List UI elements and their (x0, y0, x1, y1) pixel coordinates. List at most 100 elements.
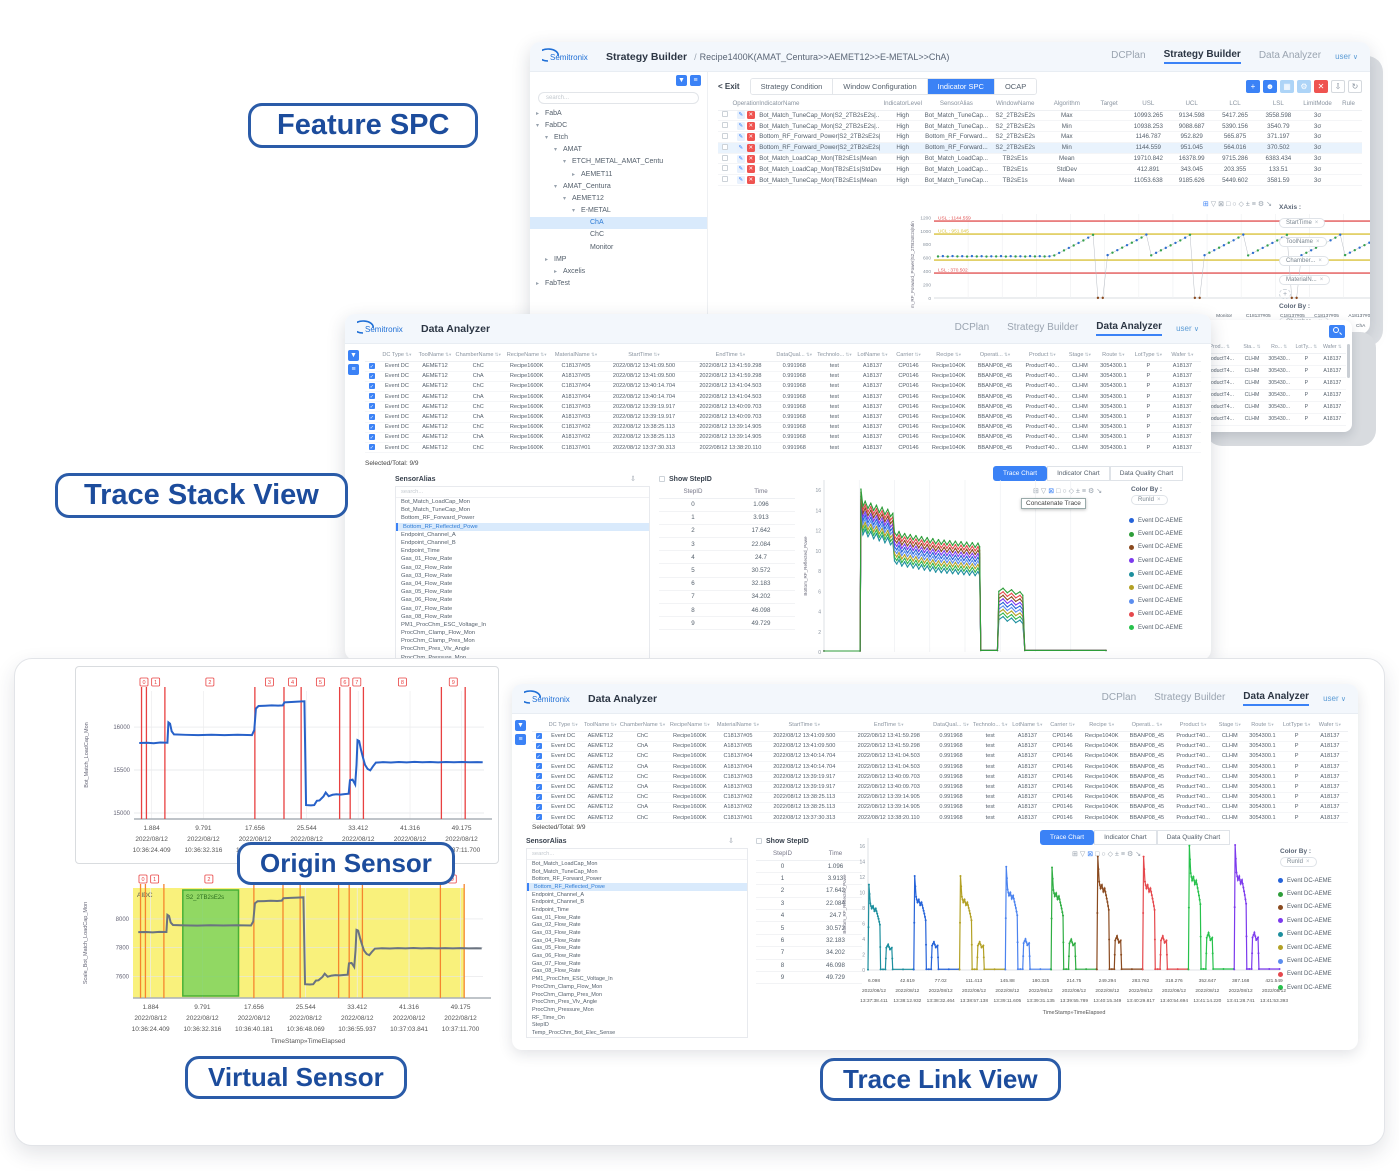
edit-icon[interactable]: ✎ (737, 155, 745, 163)
remove-chip-icon[interactable]: × (1316, 239, 1320, 245)
user-menu[interactable]: user ∨ (1176, 324, 1199, 333)
step-row[interactable]: 949.729 (659, 617, 795, 630)
step-row[interactable]: 846.098 (659, 604, 795, 617)
column-header[interactable]: Rule (1335, 98, 1362, 110)
sensor-item[interactable]: Gas_07_Flow_Rate (396, 604, 649, 612)
tree-item-monitor[interactable]: Monitor (530, 241, 707, 253)
table-row[interactable]: ✓Event DCAEMET12ChCRecipe1600KC18137#042… (532, 751, 1348, 761)
sensor-item[interactable]: ProcChm_Pressure_Mon (527, 1006, 747, 1014)
table-row[interactable]: ✓Event DCAEMET12ChARecipe1600KA18137#032… (365, 412, 1201, 422)
table-row[interactable]: ✓Event DCAEMET12ChARecipe1600KA18137#052… (365, 371, 1201, 381)
tree-item-fabtest[interactable]: ▸FabTest (530, 278, 707, 290)
sensor-item[interactable]: ProcChm_Clamp_Flow_Mon (396, 629, 649, 637)
column-header[interactable]: Time (727, 486, 795, 498)
nav-strategy-builder[interactable]: Strategy Builder (1164, 49, 1241, 64)
tree-item-aemet11[interactable]: ▸AEMET11 (530, 168, 707, 180)
table-row[interactable]: ProductT4...CLHM305430...PA18137 (1200, 377, 1346, 389)
row-checkbox[interactable] (722, 133, 728, 139)
sensor-item[interactable]: Gas_06_Flow_Rate (527, 952, 747, 960)
column-header[interactable]: DC Type ⇅▾ (545, 720, 581, 731)
column-header[interactable]: StepID (659, 486, 727, 498)
tab-window-configuration[interactable]: Window Configuration (833, 79, 927, 94)
delete-icon[interactable]: ✕ (747, 165, 755, 173)
filter-icon[interactable]: ▼ (676, 75, 687, 86)
nav-data-analyzer[interactable]: Data Analyzer (1243, 691, 1309, 706)
list-icon[interactable]: ≡ (515, 734, 526, 745)
step-row[interactable]: 632.183 (659, 577, 795, 590)
column-header[interactable]: Recipe ⇅▾ (926, 350, 971, 361)
column-header[interactable]: MaterialName ⇅▾ (551, 350, 600, 361)
column-header[interactable]: Technolo... ⇅▾ (971, 720, 1009, 731)
nav-dcplan[interactable]: DCPlan (1102, 692, 1136, 705)
scrollbar[interactable] (1347, 344, 1350, 378)
sensor-item[interactable]: Temp_ProcChm_Bot_Elec_Sense (527, 1029, 747, 1037)
user-button[interactable]: ☻ (1263, 80, 1277, 93)
column-header[interactable]: Wafer ⇅ (1319, 342, 1346, 353)
xaxis-chip[interactable]: StartTime× (1279, 218, 1325, 228)
show-stepid-checkbox[interactable] (756, 838, 762, 844)
step-row[interactable]: 01.096 (659, 498, 795, 511)
step-row[interactable]: 734.202 (659, 590, 795, 603)
row-checkbox[interactable] (722, 176, 728, 182)
nav-dcplan[interactable]: DCPlan (955, 322, 989, 335)
row-checkbox[interactable]: ✓ (536, 753, 542, 759)
row-checkbox[interactable] (722, 111, 728, 117)
column-header[interactable]: USL (1127, 98, 1170, 110)
row-checkbox[interactable] (722, 165, 728, 171)
tree-item-amat_centura[interactable]: ▾AMAT_Centura (530, 180, 707, 192)
column-header[interactable]: DataQual... ⇅▾ (931, 720, 971, 731)
column-header[interactable]: Operati... ⇅▾ (1124, 720, 1170, 731)
delete-icon[interactable]: ✕ (747, 176, 755, 184)
nav-data-analyzer[interactable]: Data Analyzer (1096, 321, 1162, 336)
row-checkbox[interactable]: ✓ (369, 424, 375, 430)
sensor-item[interactable]: Endpoint_Channel_A (396, 531, 649, 539)
column-header[interactable]: ToolName ⇅▾ (415, 350, 454, 361)
table-row[interactable]: ✓Event DCAEMET12ChARecipe1600KA18137#032… (532, 782, 1348, 792)
row-checkbox[interactable]: ✓ (536, 733, 542, 739)
list-icon[interactable]: ≡ (690, 75, 701, 86)
column-header[interactable]: Sta... ⇅ (1240, 342, 1265, 353)
refresh-button[interactable]: ↻ (1348, 80, 1362, 93)
sensor-item[interactable]: Endpoint_Channel_B (396, 539, 649, 547)
sensor-item[interactable]: Gas_07_Flow_Rate (527, 960, 747, 968)
column-header[interactable]: Stage ⇅▾ (1216, 720, 1243, 731)
remove-chip-icon[interactable]: × (1320, 277, 1324, 283)
tab-ocap[interactable]: OCAP (995, 79, 1036, 94)
tree-item-e-metal[interactable]: ▾E-METAL (530, 205, 707, 217)
exit-button[interactable]: < Exit (718, 82, 740, 91)
table-row[interactable]: ✓Event DCAEMET12ChCRecipe1600KC18137#052… (365, 361, 1201, 371)
column-header[interactable]: DataQual... ⇅▾ (774, 350, 815, 361)
sensor-item[interactable]: Gas_06_Flow_Rate (396, 596, 649, 604)
sensor-item[interactable]: Gas_03_Flow_Rate (396, 572, 649, 580)
delete-icon[interactable]: ✕ (747, 133, 755, 141)
chart-tab-data-quality-chart[interactable]: Data Quality Chart (1110, 466, 1183, 481)
column-header[interactable]: Technolo... ⇅▾ (815, 350, 854, 361)
table-row[interactable]: ✎✕Bot_Match_TuneCap_Mon|S2_2TB2sE2s|..Hi… (718, 121, 1362, 132)
column-header[interactable]: LimitMode (1300, 98, 1335, 110)
sensor-item[interactable]: Endpoint_Time (396, 547, 649, 555)
column-header[interactable]: RecipeName ⇅▾ (502, 350, 551, 361)
table-row[interactable]: ✎✕Bottom_RF_Forward_Power|S2_2TB2sE2s|..… (718, 132, 1362, 143)
row-checkbox[interactable]: ✓ (536, 743, 542, 749)
zoom-box-icon[interactable]: ⊠ (1218, 201, 1226, 208)
column-header[interactable]: Carrier ⇅▾ (891, 350, 926, 361)
row-checkbox[interactable]: ✓ (369, 403, 375, 409)
table-row[interactable]: ProductT4...CLHM305430...PA18137 (1200, 413, 1346, 425)
sensor-item[interactable]: ProcChm_Clamp_Flow_Mon (527, 983, 747, 991)
search-button[interactable] (1329, 325, 1345, 338)
tree-item-aemet12[interactable]: ▾AEMET12 (530, 192, 707, 204)
xaxis-chip[interactable]: MaterialN...× (1279, 275, 1330, 285)
column-header[interactable]: LotType ⇅▾ (1282, 720, 1312, 731)
step-row[interactable]: 424.7 (659, 551, 795, 564)
sensor-item[interactable]: Gas_02_Flow_Rate (527, 922, 747, 930)
column-header[interactable]: EndTime ⇅▾ (847, 720, 931, 731)
show-stepid-checkbox[interactable] (659, 476, 665, 482)
sensor-item[interactable]: Bottom_RF_Forward_Power (527, 875, 747, 883)
sensor-item[interactable]: Bottom_RF_Reflected_Powe (527, 883, 747, 891)
remove-chip-icon[interactable]: × (1157, 497, 1161, 503)
table-row[interactable]: ✎✕Bottom_RF_Forward_Power|S2_2TB2sE2s|..… (718, 142, 1362, 153)
table-row[interactable]: ✓Event DCAEMET12ChCRecipe1600KC18137#052… (532, 731, 1348, 741)
table-row[interactable]: ✓Event DCAEMET12ChCRecipe1600KC18137#022… (365, 422, 1201, 432)
column-header[interactable]: ToolName ⇅▾ (581, 720, 619, 731)
delete-icon[interactable]: ✕ (747, 122, 755, 130)
